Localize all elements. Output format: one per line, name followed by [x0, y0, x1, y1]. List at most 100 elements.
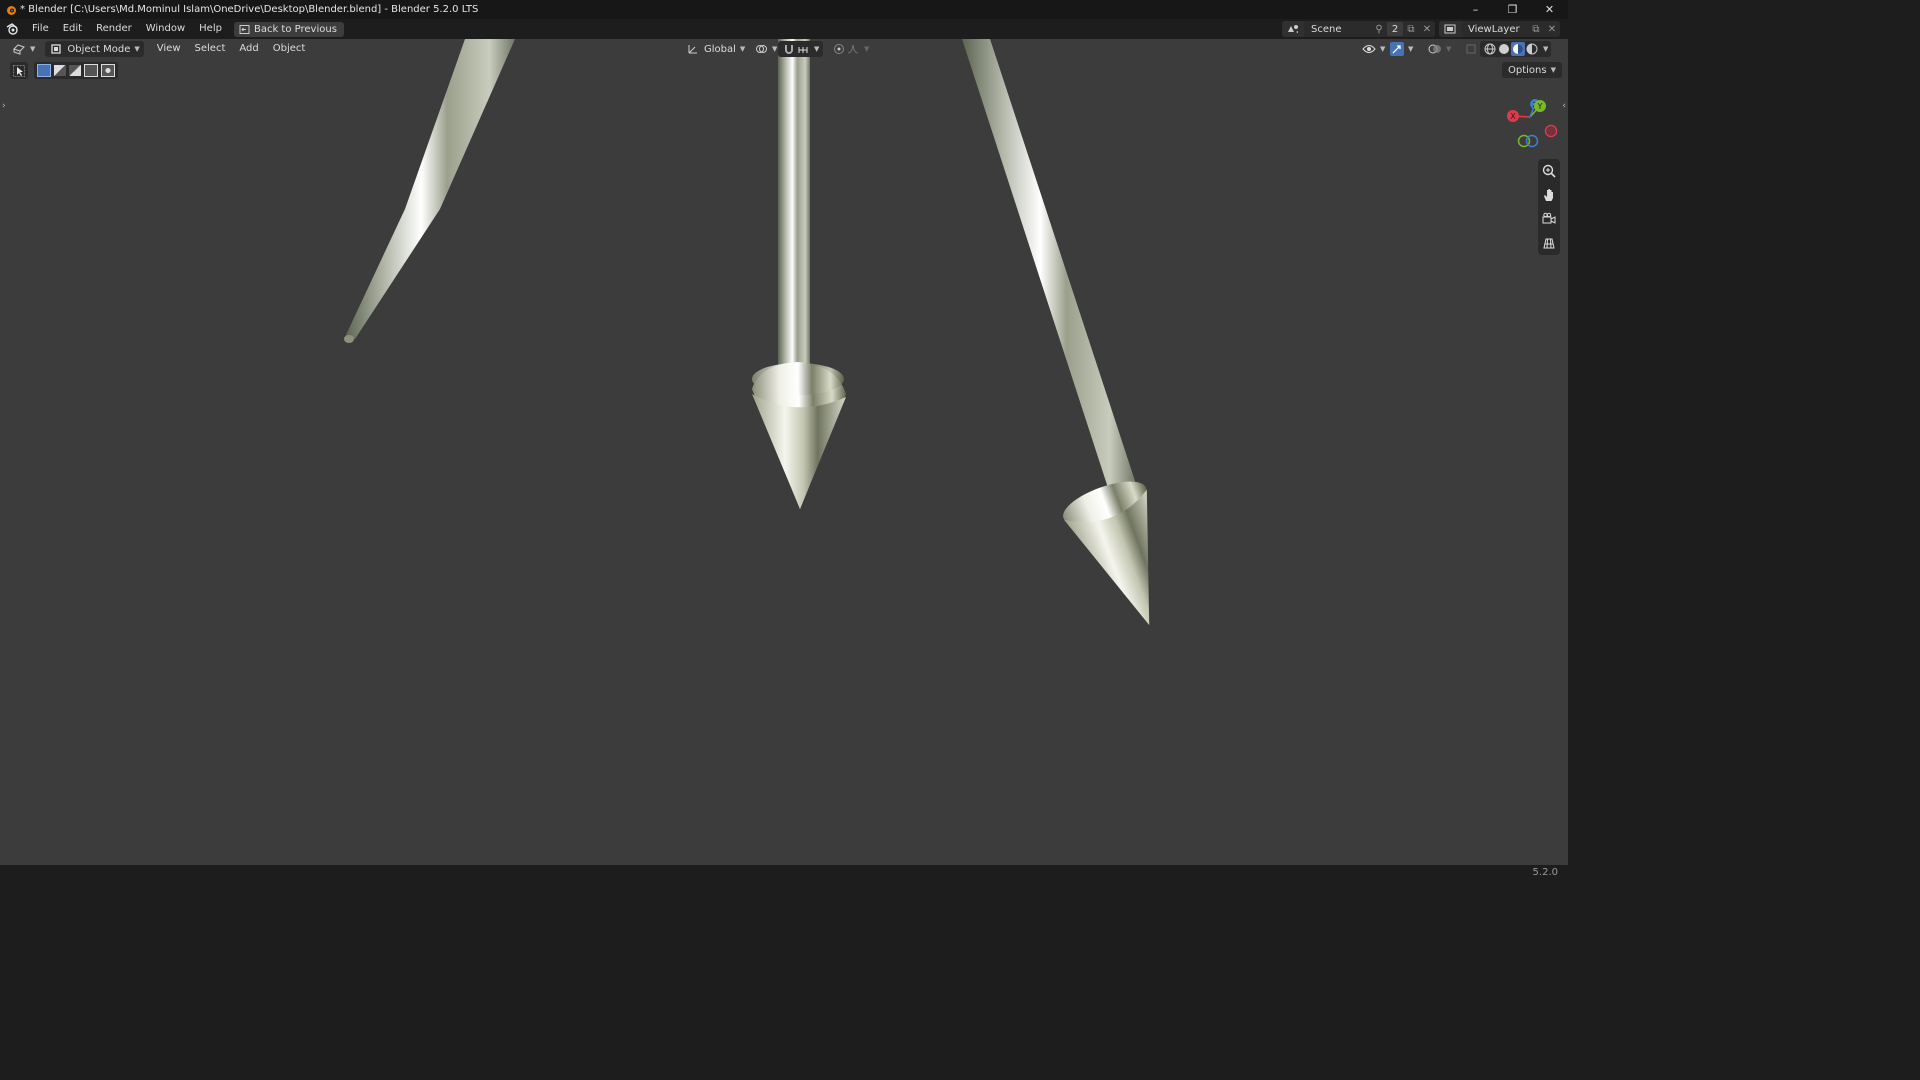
intersect-selection-icon[interactable] — [101, 64, 115, 77]
options-label: Options — [1508, 64, 1547, 76]
viewport-menu-object[interactable]: Object — [266, 39, 313, 59]
viewport-scene[interactable] — [0, 39, 1568, 865]
blender-logo-icon[interactable] — [5, 22, 19, 36]
window-title-bar: * Blender [C:\Users\Md.Mominul Islam\One… — [0, 0, 1568, 19]
pivot-icon — [754, 42, 768, 56]
mode-label: Object Mode — [67, 43, 131, 55]
scene-user-count: 2 — [1387, 22, 1403, 36]
zoom-icon[interactable] — [1538, 161, 1560, 181]
chevron-down-icon: ▼ — [1380, 45, 1386, 53]
camera-view-icon[interactable] — [1538, 209, 1560, 229]
menu-window[interactable]: Window — [139, 19, 192, 39]
toolbar-expand-icon[interactable]: › — [2, 101, 6, 111]
shading-mode-selector[interactable]: ▼ — [1480, 41, 1552, 57]
viewport-menu-view[interactable]: View — [150, 39, 188, 59]
xray-toggle[interactable] — [1460, 41, 1482, 57]
select-tool-button[interactable] — [10, 62, 28, 79]
mode-selector[interactable]: Object Mode ▼ — [45, 41, 144, 57]
scene-selector[interactable]: Scene ⚲ 2 ⧉ ✕ — [1282, 21, 1435, 37]
back-button-label: Back to Previous — [253, 23, 337, 35]
options-dropdown[interactable]: Options ▼ — [1502, 62, 1562, 78]
gizmo-y-label: Y — [1537, 102, 1543, 111]
viewport-menu-add[interactable]: Add — [232, 39, 265, 59]
maximize-button[interactable]: ❐ — [1494, 0, 1531, 19]
falloff-curve-icon — [846, 42, 860, 56]
sidebar-expand-icon[interactable]: ‹ — [1562, 101, 1566, 111]
subtract-selection-icon[interactable] — [69, 65, 81, 76]
wireframe-shading-icon[interactable] — [1483, 42, 1497, 56]
menu-render[interactable]: Render — [89, 19, 139, 39]
visibility-selector[interactable]: ▼ — [1358, 41, 1389, 57]
view-layer-name[interactable]: ViewLayer — [1461, 24, 1528, 35]
chevron-down-icon: ▼ — [739, 45, 746, 53]
status-bar: 5.2.0 — [0, 865, 1568, 882]
chevron-down-icon: ▼ — [1543, 45, 1549, 53]
chevron-down-icon: ▼ — [1550, 66, 1556, 74]
menu-edit[interactable]: Edit — [56, 19, 89, 39]
minimize-button[interactable]: – — [1457, 0, 1494, 19]
proportional-editing-toggle[interactable]: ▼ — [828, 41, 873, 57]
window-title: * Blender [C:\Users\Md.Mominul Islam\One… — [20, 4, 479, 15]
chevron-down-icon: ▼ — [30, 45, 36, 53]
viewport-header: ▼ Object Mode ▼ View Select Add Object G… — [0, 39, 1568, 59]
proportional-editing-icon — [832, 42, 846, 56]
perspective-grid-icon[interactable] — [1538, 233, 1560, 253]
close-button[interactable]: ✕ — [1531, 0, 1568, 19]
3d-viewport[interactable]: ▼ Object Mode ▼ View Select Add Object G… — [0, 39, 1568, 865]
scene-name[interactable]: Scene — [1304, 24, 1371, 35]
set-new-selection-icon[interactable] — [37, 64, 51, 77]
back-icon — [239, 24, 250, 34]
gizmo-neg-z[interactable] — [1525, 134, 1539, 148]
snap-increment-icon — [796, 42, 810, 56]
snap-toggle[interactable]: ▼ — [778, 41, 824, 57]
object-mode-icon — [49, 42, 63, 56]
3d-viewport-icon — [12, 42, 26, 56]
chevron-down-icon: ▼ — [814, 45, 820, 53]
pivot-point-selector[interactable]: ▼ — [750, 41, 781, 57]
cursor-arrow-icon — [13, 64, 25, 77]
right-rod-object[interactable] — [962, 39, 1191, 640]
chevron-down-icon: ▼ — [1408, 45, 1414, 53]
snap-magnet-icon — [782, 42, 796, 56]
chevron-down-icon: ▼ — [864, 45, 870, 53]
transform-orientation-label: Global — [704, 43, 736, 55]
pin-icon[interactable]: ⚲ — [1371, 21, 1387, 37]
orientation-icon — [686, 42, 700, 56]
scene-icon — [1282, 21, 1304, 37]
add-view-layer-icon[interactable]: ⧉ — [1528, 21, 1544, 37]
chevron-down-icon: ▼ — [1446, 45, 1452, 53]
gizmo-toggle[interactable]: ▼ — [1386, 41, 1417, 57]
material-preview-shading-icon[interactable] — [1511, 42, 1525, 56]
viewport-menu-select[interactable]: Select — [188, 39, 233, 59]
eye-icon — [1362, 42, 1376, 56]
back-to-previous-button[interactable]: Back to Previous — [233, 21, 344, 37]
extend-selection-icon[interactable] — [54, 65, 66, 76]
rendered-shading-icon[interactable] — [1525, 42, 1539, 56]
view-layer-selector[interactable]: ViewLayer ⧉ ✕ — [1439, 21, 1560, 37]
remove-view-layer-icon[interactable]: ✕ — [1544, 21, 1560, 37]
duplicate-scene-icon[interactable]: ⧉ — [1403, 21, 1419, 37]
menu-help[interactable]: Help — [192, 19, 229, 39]
editor-type-selector[interactable]: ▼ — [8, 41, 39, 57]
menu-file[interactable]: File — [25, 19, 56, 39]
solid-shading-icon[interactable] — [1497, 42, 1511, 56]
selection-mode-group — [34, 62, 118, 79]
top-menu-bar: File Edit Render Window Help Back to Pre… — [0, 19, 1568, 39]
center-rod-object[interactable] — [752, 39, 846, 509]
chevron-down-icon: ▼ — [134, 45, 140, 53]
invert-selection-icon[interactable] — [84, 64, 98, 77]
version-label: 5.2.0 — [1532, 867, 1558, 878]
transform-orientation-selector[interactable]: Global ▼ — [682, 41, 749, 57]
tool-settings-row — [10, 62, 118, 79]
navigation-tools — [1538, 159, 1560, 255]
remove-scene-icon[interactable]: ✕ — [1419, 21, 1435, 37]
xray-icon — [1464, 42, 1478, 56]
blender-app-icon — [7, 5, 16, 15]
overlays-toggle[interactable]: ▼ — [1424, 41, 1455, 57]
chevron-down-icon: ▼ — [772, 45, 778, 53]
pan-hand-icon[interactable] — [1538, 185, 1560, 205]
gizmo-icon — [1390, 42, 1404, 56]
navigation-gizmo[interactable]: X Z Y — [1498, 95, 1558, 151]
overlays-icon — [1428, 42, 1442, 56]
left-rod-object[interactable] — [344, 39, 515, 343]
